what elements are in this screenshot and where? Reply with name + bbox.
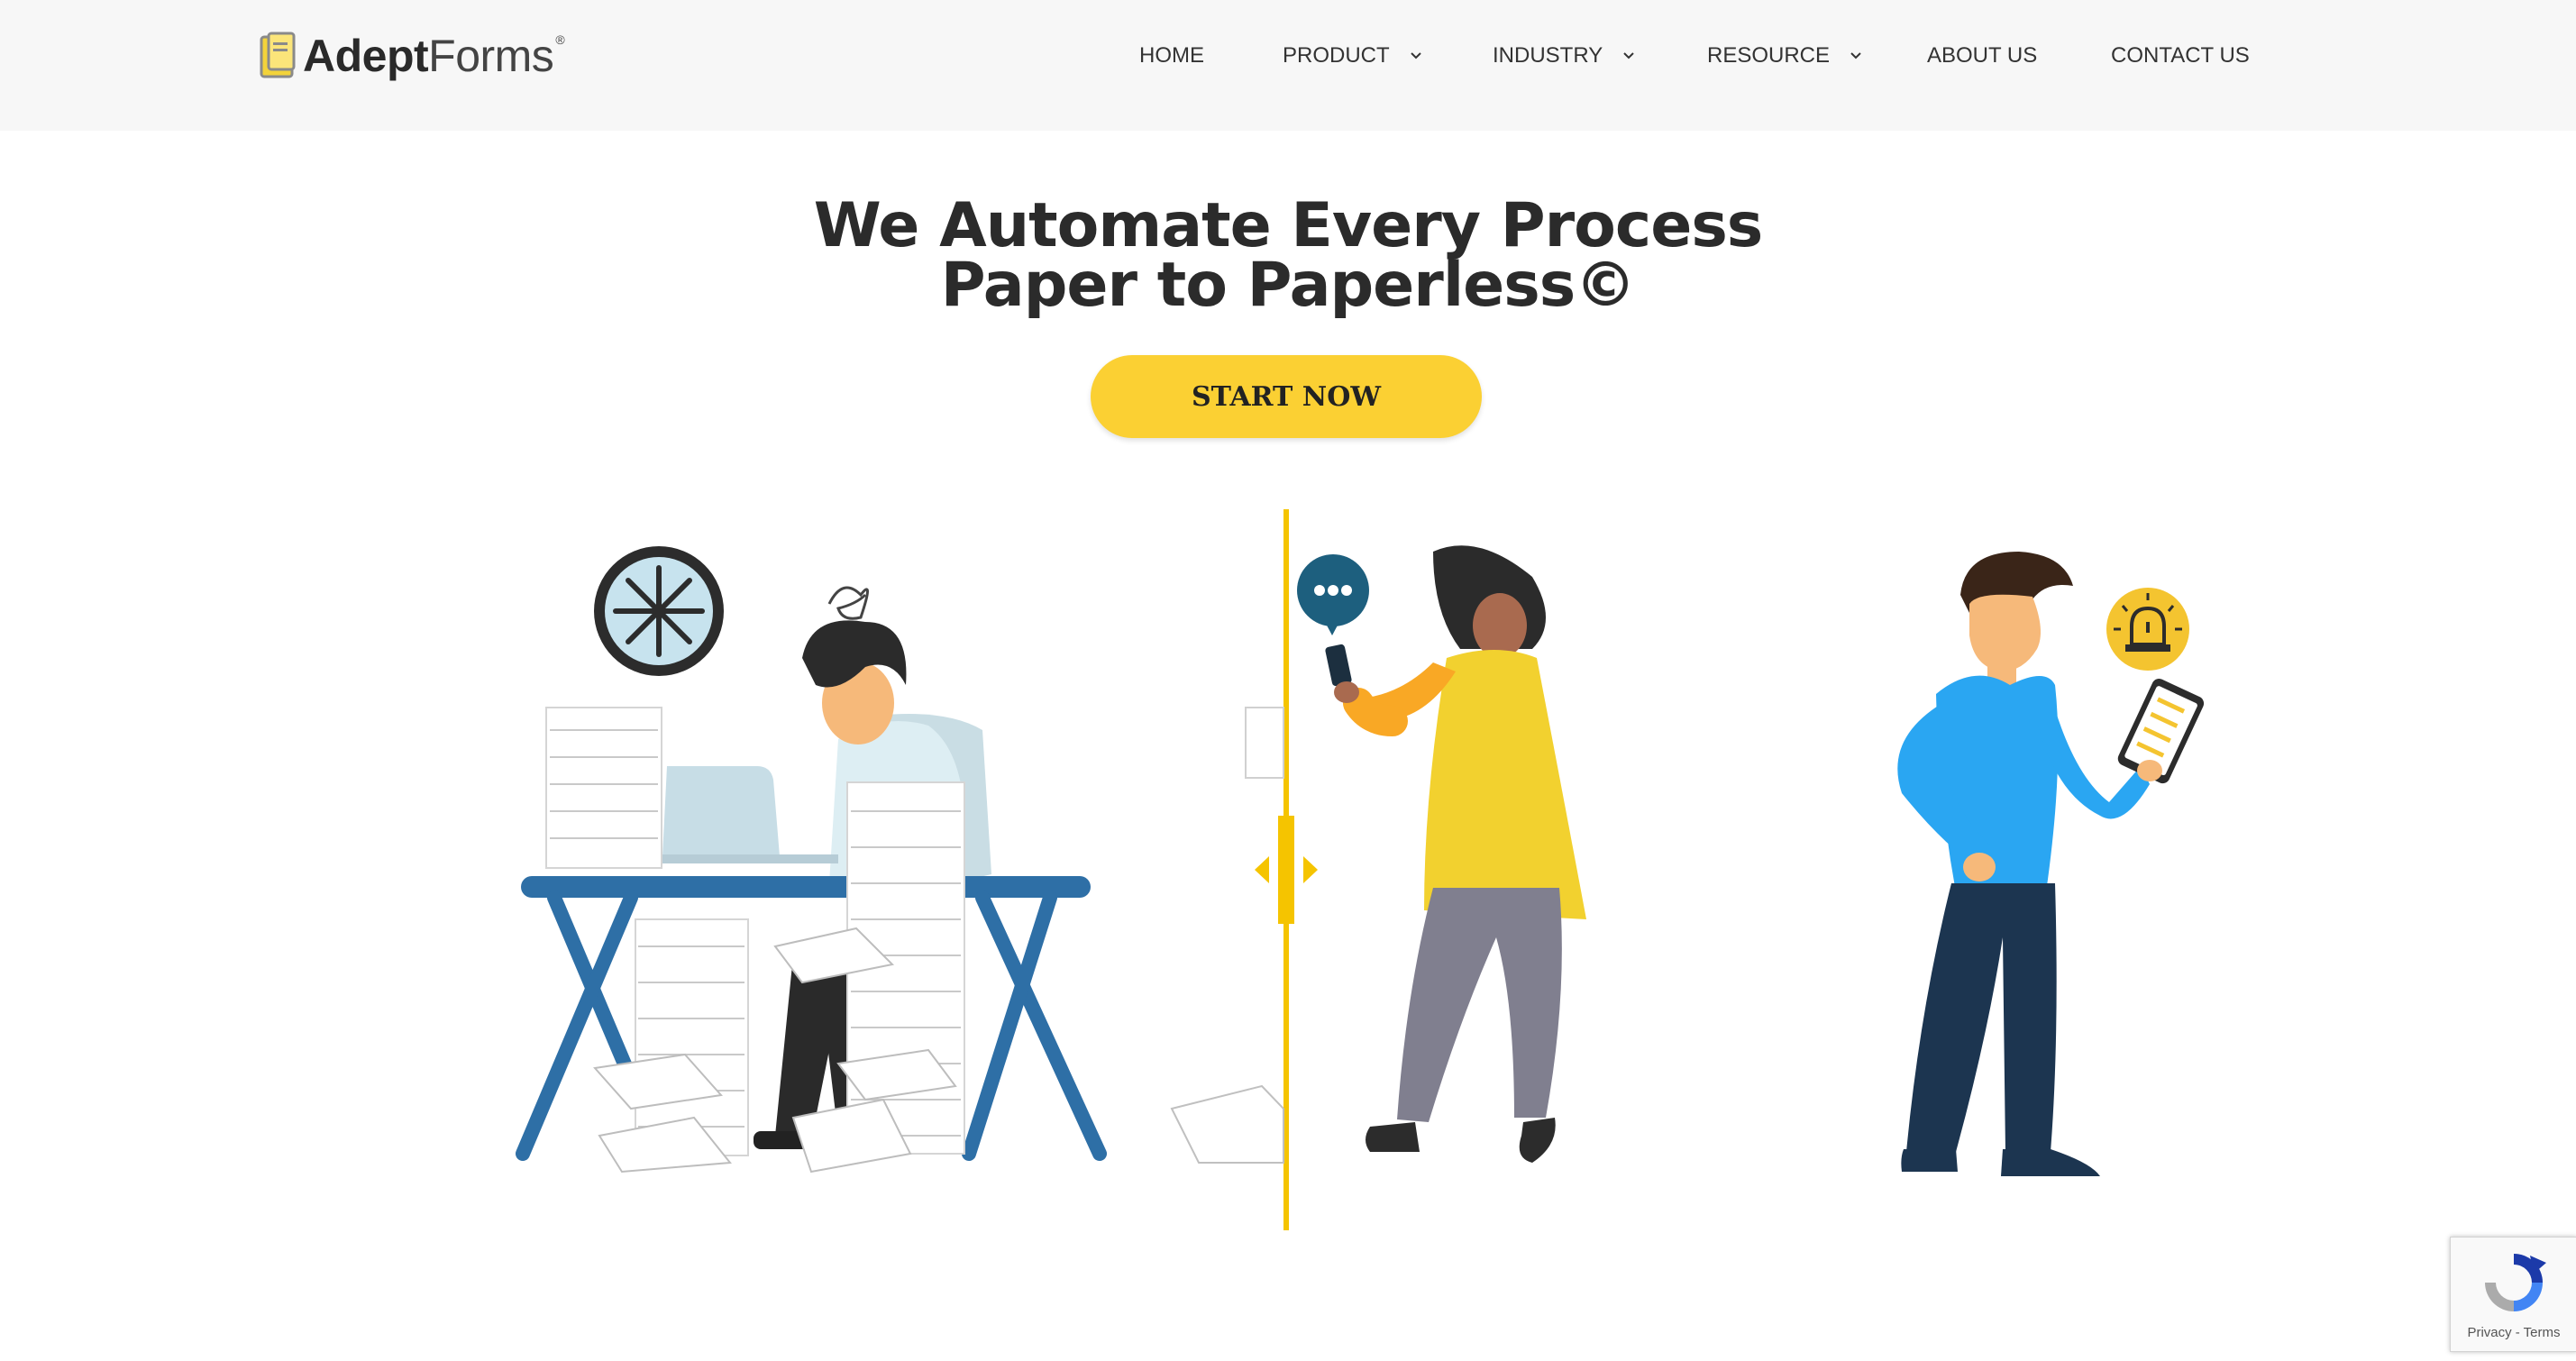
recaptcha-privacy-terms-links[interactable]: Privacy - Terms — [2451, 1325, 2576, 1340]
recaptcha-badge[interactable]: Privacy - Terms — [2450, 1237, 2576, 1352]
chevron-down-icon — [1410, 52, 1421, 59]
clock-icon — [594, 546, 724, 676]
nav-item-product[interactable]: PRODUCT — [1283, 43, 1422, 69]
tablet-user-scene — [1897, 552, 2205, 1176]
nav-item-about-us[interactable]: ABOUT US — [1927, 43, 2037, 69]
nav-item-home[interactable]: HOME — [1139, 43, 1204, 69]
main-nav: HOME PRODUCT INDUSTRY RESOURCE ABOUT US … — [0, 43, 2576, 79]
hero-headline-line2: Paper to Paperless© — [940, 250, 1636, 321]
paper-to-paperless-illustration — [516, 509, 2205, 1230]
chevron-down-icon — [1850, 52, 1861, 59]
site-header: AdeptForms ® HOME PRODUCT INDUSTRY RESOU… — [0, 0, 2576, 131]
stressed-worker-scene — [516, 546, 1107, 1174]
hero-headline: We Automate Every Process Paper to Paper… — [0, 190, 2576, 321]
chat-bubble-icon — [1297, 554, 1369, 635]
before-after-slider — [1170, 509, 1318, 1230]
start-now-button[interactable]: START NOW — [1091, 355, 1482, 438]
recaptcha-logo-icon — [2485, 1254, 2546, 1311]
nav-item-resource[interactable]: RESOURCE — [1707, 43, 1862, 69]
alarm-light-icon — [2106, 588, 2189, 671]
nav-item-contact-us[interactable]: CONTACT US — [2111, 43, 2250, 69]
chevron-down-icon — [1623, 52, 1634, 59]
nav-item-industry[interactable]: INDUSTRY — [1493, 43, 1635, 69]
mobile-user-scene — [1297, 545, 1586, 1163]
hero-headline-line1: We Automate Every Process — [813, 190, 1764, 261]
